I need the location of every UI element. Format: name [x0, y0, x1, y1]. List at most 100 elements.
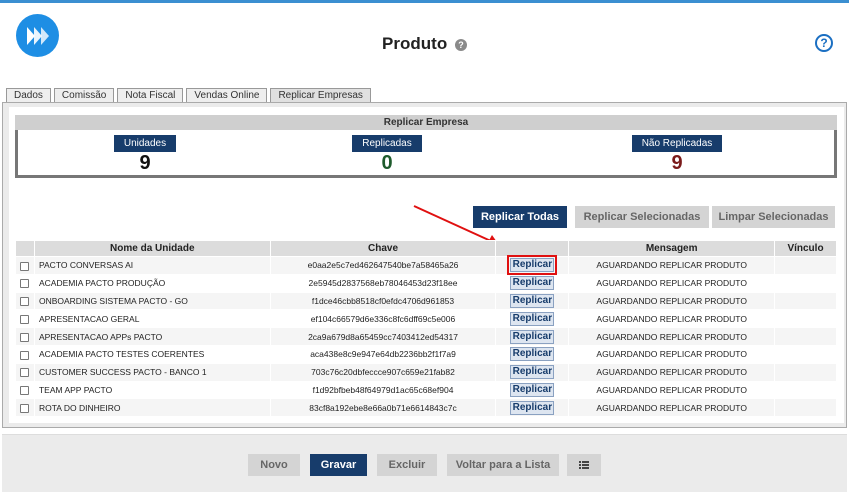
row-acao-cell: Replicar	[495, 327, 570, 346]
tab-dados[interactable]: Dados	[6, 88, 51, 102]
row-checkbox[interactable]	[20, 368, 30, 378]
col-acao-header	[495, 240, 570, 257]
table-row: APRESENTACAO GERAL ef104c66579d6e336c8fc6…	[15, 309, 837, 329]
row-nome: CUSTOMER SUCCESS PACTO - BANCO 1	[34, 363, 271, 382]
footer-bar: Novo Gravar Excluir Voltar para a Lista	[2, 434, 847, 492]
limpar-selecionadas-button[interactable]: Limpar Selecionadas	[712, 206, 835, 228]
row-acao-cell: Replicar	[495, 292, 570, 311]
replicar-row-button[interactable]: Replicar	[510, 311, 555, 326]
page-title: Produto ?	[0, 34, 849, 54]
novo-button[interactable]: Novo	[248, 454, 300, 476]
table-row: PACTO CONVERSAS AI e0aa2e5c7ed462647540be…	[15, 255, 837, 276]
row-acao-cell: Replicar	[495, 255, 570, 276]
row-select-cell	[15, 381, 35, 400]
row-select-cell	[15, 363, 35, 382]
row-checkbox[interactable]	[20, 403, 30, 413]
row-select-cell	[15, 327, 35, 346]
replicar-section: Replicar Empresa Unidades 9 Replicadas 0…	[9, 107, 844, 423]
help-icon[interactable]: ?	[815, 34, 833, 52]
row-vinculo	[774, 363, 837, 382]
row-mensagem: AGUARDANDO REPLICAR PRODUTO	[568, 309, 776, 329]
row-nome: ACADEMIA PACTO PRODUÇÃO	[34, 274, 271, 293]
row-checkbox[interactable]	[20, 350, 30, 360]
stat-replicadas-value: 0	[381, 152, 393, 174]
row-vinculo	[774, 398, 837, 418]
list-view-button[interactable]	[567, 454, 601, 476]
row-chave: 83cf8a192ebe8e66a0b71e6614843c7c	[270, 398, 497, 418]
row-mensagem: AGUARDANDO REPLICAR PRODUTO	[568, 274, 776, 293]
table-row: APRESENTACAO APPs PACTO 2ca9a679d8a65459c…	[15, 327, 837, 346]
page-title-text: Produto	[382, 34, 448, 53]
replicar-row-button[interactable]: Replicar	[510, 329, 555, 344]
excluir-button[interactable]: Excluir	[377, 454, 437, 476]
row-nome: TEAM APP PACTO	[34, 381, 271, 400]
replicar-selecionadas-button[interactable]: Replicar Selecionadas	[575, 206, 709, 228]
row-select-cell	[15, 292, 35, 311]
row-mensagem: AGUARDANDO REPLICAR PRODUTO	[568, 327, 776, 346]
row-acao-cell: Replicar	[495, 309, 570, 329]
row-select-cell	[15, 398, 35, 418]
stat-replicadas-label: Replicadas	[352, 135, 422, 152]
row-nome: ACADEMIA PACTO TESTES COERENTES	[34, 345, 271, 364]
stat-nao-replicadas-value: 9	[671, 152, 683, 174]
table-row: ONBOARDING SISTEMA PACTO - GO f1dce46cbb8…	[15, 292, 837, 311]
stat-replicadas: Replicadas 0	[350, 133, 424, 174]
stats-box: Unidades 9 Replicadas 0 Não Replicadas 9	[15, 130, 837, 178]
row-acao-cell: Replicar	[495, 398, 570, 418]
replicar-section-title: Replicar Empresa	[15, 115, 837, 130]
tab-comissao[interactable]: Comissão	[53, 88, 115, 102]
col-vinculo-header: Vínculo	[774, 240, 837, 257]
replicar-row-button[interactable]: Replicar	[510, 276, 555, 291]
row-checkbox[interactable]	[20, 261, 30, 271]
stat-unidades-label: Unidades	[113, 135, 177, 152]
top-accent-bar	[0, 0, 849, 3]
stat-unidades-value: 9	[139, 152, 151, 174]
row-chave: 2e5945d2837568eb78046453d23f18ee	[270, 274, 497, 293]
replicar-row-button[interactable]: Replicar	[510, 382, 555, 397]
row-vinculo	[774, 256, 837, 275]
table-header-row: Nome da Unidade Chave Mensagem Vínculo	[15, 240, 837, 257]
replicar-row-button[interactable]: Replicar	[510, 347, 555, 362]
voltar-lista-button[interactable]: Voltar para a Lista	[447, 454, 559, 476]
row-acao-cell: Replicar	[495, 274, 570, 293]
gravar-button[interactable]: Gravar	[310, 454, 367, 476]
row-mensagem: AGUARDANDO REPLICAR PRODUTO	[568, 256, 776, 275]
replicar-row-button[interactable]: Replicar	[507, 255, 558, 276]
row-chave: 703c76c20dbfeccce907c659e21fab82	[270, 363, 497, 382]
row-checkbox[interactable]	[20, 279, 30, 289]
title-help-icon[interactable]: ?	[454, 39, 467, 51]
tab-panel: Replicar Empresa Unidades 9 Replicadas 0…	[2, 102, 847, 428]
table-row: ROTA DO DINHEIRO 83cf8a192ebe8e66a0b71e66…	[15, 398, 837, 418]
row-vinculo	[774, 327, 837, 346]
table-row: TEAM APP PACTO f1d92bfbeb48f64979d1ac65c6…	[15, 381, 837, 400]
row-checkbox[interactable]	[20, 297, 30, 307]
col-mensagem-header: Mensagem	[568, 240, 776, 257]
row-acao-cell: Replicar	[495, 345, 570, 364]
col-select-header	[15, 240, 35, 257]
replicar-row-button[interactable]: Replicar	[510, 400, 555, 415]
row-mensagem: AGUARDANDO REPLICAR PRODUTO	[568, 381, 776, 400]
table-row: CUSTOMER SUCCESS PACTO - BANCO 1 703c76c2…	[15, 363, 837, 382]
tab-nota-fiscal[interactable]: Nota Fiscal	[117, 88, 184, 102]
row-checkbox[interactable]	[20, 386, 30, 396]
replicar-row-button[interactable]: Replicar	[510, 293, 555, 308]
row-vinculo	[774, 345, 837, 364]
col-chave-header: Chave	[269, 240, 497, 257]
tab-replicar-empresas[interactable]: Replicar Empresas	[270, 88, 371, 103]
row-vinculo	[774, 274, 837, 293]
row-checkbox[interactable]	[20, 332, 30, 342]
row-vinculo	[774, 292, 837, 311]
row-select-cell	[15, 256, 35, 275]
row-vinculo	[774, 381, 837, 400]
row-vinculo	[774, 309, 837, 329]
row-nome: APRESENTACAO GERAL	[34, 309, 271, 329]
row-checkbox[interactable]	[20, 314, 30, 324]
row-chave: ef104c66579d6e336c8fc6dff69c5e006	[270, 309, 497, 329]
replicar-row-button[interactable]: Replicar	[510, 365, 555, 380]
row-chave: aca438e8c9e947e64db2236bb2f1f7a9	[270, 345, 497, 364]
row-chave: e0aa2e5c7ed462647540be7a58465a26	[270, 256, 497, 275]
row-select-cell	[15, 274, 35, 293]
row-chave: f1dce46cbb8518cf0efdc4706d961853	[270, 292, 497, 311]
stat-unidades: Unidades 9	[112, 133, 178, 174]
tab-vendas-online[interactable]: Vendas Online	[186, 88, 268, 102]
